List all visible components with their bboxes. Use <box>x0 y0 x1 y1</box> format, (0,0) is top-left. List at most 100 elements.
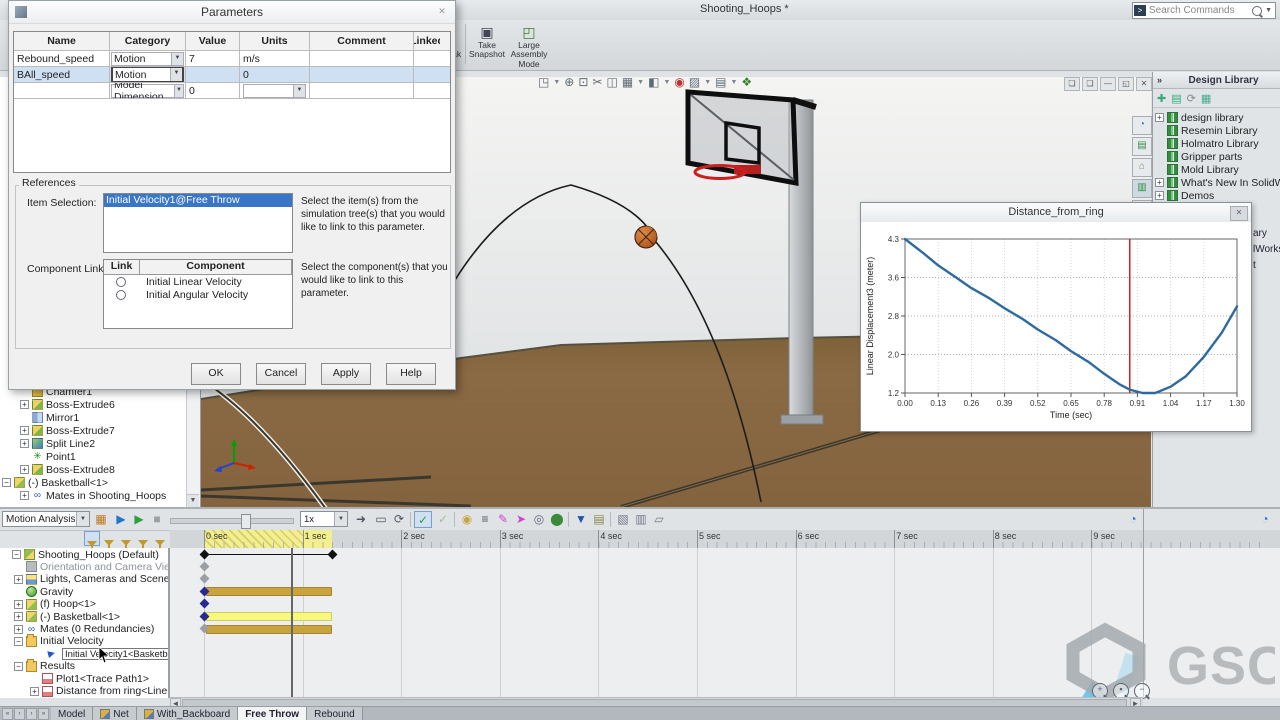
play-icon[interactable]: ▶ <box>130 511 148 528</box>
param-name-cell[interactable] <box>14 83 110 98</box>
expand-toggle-icon[interactable]: + <box>14 599 23 609</box>
expand-toggle-icon[interactable]: + <box>30 686 39 696</box>
torque-icon[interactable]: ◎ <box>530 511 548 528</box>
select-dropdown-icon[interactable]: ▼ <box>553 79 560 86</box>
radio-button[interactable] <box>116 276 126 287</box>
expand-toggle-icon[interactable]: + <box>1155 113 1164 122</box>
study-tab-free-throw[interactable]: Free Throw <box>238 707 308 720</box>
param-category-cell[interactable]: Model Dimension ▼ <box>110 83 186 98</box>
library-item[interactable]: Gripper parts <box>1155 150 1279 163</box>
scene-dropdown-icon[interactable]: ▼ <box>704 79 711 86</box>
combo-dropdown-icon[interactable]: ▼ <box>173 84 183 97</box>
expand-toggle-icon[interactable]: + <box>20 465 29 474</box>
add-file-location-icon[interactable]: ▤ <box>1171 92 1181 105</box>
restore-icon[interactable]: ◱ <box>1118 77 1134 91</box>
search-icon[interactable] <box>1252 5 1263 16</box>
param-linked-cell[interactable] <box>414 67 440 82</box>
expand-toggle-icon[interactable]: + <box>1155 178 1164 187</box>
study-tab-with-backboard[interactable]: With_Backboard <box>136 707 239 720</box>
tree-item[interactable]: Plot1<Trace Path1> <box>0 672 149 685</box>
expand-toggle-icon[interactable]: + <box>14 624 23 634</box>
tree-item[interactable]: + Split Line2 <box>2 437 184 450</box>
parameter-row[interactable]: BAll_speed Motion ▼ 0 <box>14 67 450 83</box>
timeline-bar[interactable] <box>206 612 333 622</box>
playback-speed-dropdown-icon[interactable]: ▼ <box>334 512 347 526</box>
tree-item[interactable]: + (f) Hoop<1> <box>0 598 96 611</box>
dialog-titlebar[interactable]: Parameters <box>9 1 455 24</box>
tree-item[interactable]: + (-) Basketball<1> <box>0 610 120 623</box>
ok-button[interactable]: OK <box>191 363 241 385</box>
param-value-cell[interactable] <box>186 67 240 82</box>
study-tab-model[interactable]: Model <box>51 707 94 720</box>
library-item[interactable]: + design library <box>1155 111 1279 124</box>
expand-toggle-icon[interactable]: + <box>1155 191 1164 200</box>
tree-item[interactable]: − Initial Velocity <box>0 633 104 648</box>
tree-item[interactable]: − Results <box>0 658 75 673</box>
timeline-slider[interactable] <box>170 514 294 529</box>
cancel-button[interactable]: Cancel <box>256 363 306 385</box>
close-document-icon[interactable]: ✕ <box>1136 77 1152 91</box>
parameter-row[interactable]: Model Dimension ▼ 0 ▼ <box>14 83 450 99</box>
param-name-cell[interactable]: BAll_speed <box>14 67 110 82</box>
key-point[interactable] <box>199 598 209 609</box>
key-point[interactable] <box>199 549 209 559</box>
zoom-area-icon[interactable]: ⊡ <box>578 75 588 89</box>
minimize-icon[interactable]: — <box>1100 77 1116 91</box>
timeline-bar[interactable] <box>206 587 333 597</box>
library-item[interactable]: + Demos <box>1155 189 1279 202</box>
tree-item[interactable]: + Lights, Cameras and Scene <box>0 573 168 586</box>
next-tab-icon[interactable]: › <box>26 708 37 720</box>
save-icon[interactable]: ▼ <box>572 511 590 528</box>
search-dropdown-icon[interactable]: ▼ <box>1265 7 1272 14</box>
cascade-icon[interactable]: ❏ <box>1064 77 1080 91</box>
tree-item[interactable]: + Boss-Extrude7 <box>2 424 184 437</box>
design-library-tab[interactable]: ▥ <box>1132 179 1152 198</box>
current-time-line[interactable] <box>290 548 293 698</box>
force-icon[interactable]: ✎ <box>494 511 512 528</box>
tree-item[interactable]: − Shooting_Hoops (Default) <box>0 548 159 561</box>
more-tools-icon[interactable]: ▱ <box>650 511 668 528</box>
parameter-row[interactable]: Rebound_speed Motion ▼ 7 m/s <box>14 51 450 67</box>
inline-edit-box[interactable]: Initial Velocity1<Basketball-1> <box>62 648 168 661</box>
calculate-check-icon[interactable]: ✓ <box>414 511 432 528</box>
radio-button[interactable] <box>116 289 126 300</box>
plot-window-titlebar[interactable]: Distance_from_ring <box>861 203 1251 223</box>
param-value-cell[interactable]: 0 <box>186 83 240 98</box>
motor-icon[interactable]: ⬤ <box>548 511 566 528</box>
units-combo[interactable]: ▼ <box>243 83 306 98</box>
category-combo[interactable]: Motion ▼ <box>111 51 184 66</box>
filter-all-icon[interactable] <box>84 531 100 552</box>
design-library-header[interactable]: » Design Library <box>1153 72 1280 89</box>
param-linked-cell[interactable] <box>414 51 440 66</box>
expand-toggle-icon[interactable]: + <box>20 426 29 435</box>
expand-toggle-icon[interactable]: + <box>14 612 23 622</box>
param-value-cell[interactable]: 7 <box>186 51 240 66</box>
motionmanager-collapse-icon[interactable]: ◔ <box>1256 511 1274 528</box>
replay-icon[interactable]: ⟳ <box>390 511 408 528</box>
apply-button[interactable]: Apply <box>321 363 371 385</box>
annotations-icon[interactable]: ▤ <box>715 75 726 89</box>
hide-show-icon[interactable]: ◫ <box>606 75 617 89</box>
options-grid-icon[interactable]: ▦ <box>1201 92 1211 105</box>
plot-close-icon[interactable]: ✕ <box>1230 206 1248 221</box>
expand-toggle-icon[interactable]: − <box>14 661 23 671</box>
view-orientation-dropdown-icon[interactable]: ▼ <box>663 79 670 86</box>
options-icon[interactable]: ❖ <box>741 75 752 89</box>
combo-dropdown-icon[interactable]: ▼ <box>171 52 183 65</box>
tree-item[interactable]: ✳ Point1 <box>2 450 184 463</box>
calculate-icon[interactable]: ▦ <box>92 511 110 528</box>
tree-item[interactable]: Orientation and Camera Vie <box>0 560 168 573</box>
study-type-select[interactable]: Motion Analysis ▼ <box>2 511 90 527</box>
help-button[interactable]: Help <box>386 363 436 385</box>
expand-toggle-icon[interactable]: + <box>20 400 29 409</box>
tree-item[interactable]: + Distance from ring<Line <box>0 685 167 698</box>
category-combo[interactable]: Motion ▼ <box>111 67 184 82</box>
dialog-close-icon[interactable]: ✕ <box>433 4 451 19</box>
file-explorer-tab[interactable]: ▤ <box>1132 137 1152 156</box>
view-settings-dropdown-icon[interactable]: ▼ <box>637 79 644 86</box>
expand-toggle-icon[interactable]: − <box>12 550 21 559</box>
calculate-to-point-icon[interactable]: ✓ <box>434 511 452 528</box>
large-assembly-mode-button[interactable]: ◰ Large Assembly Mode <box>508 22 550 68</box>
param-units-cell[interactable]: 0 <box>240 67 310 82</box>
add-to-library-icon[interactable]: ✚ <box>1157 92 1166 105</box>
